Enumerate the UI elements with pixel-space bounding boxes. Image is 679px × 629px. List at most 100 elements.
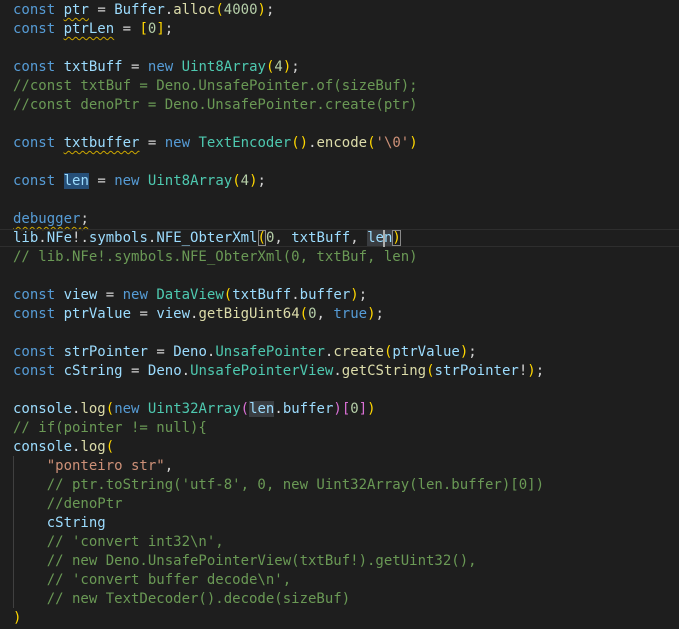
code-token: getCString	[341, 363, 427, 379]
code-token: const	[13, 21, 56, 37]
code-line[interactable]: const strPointer = Deno.UnsafePointer.cr…	[13, 343, 477, 362]
code-token: alloc	[173, 2, 216, 18]
code-token: (	[240, 401, 250, 417]
code-line[interactable]: const len = new Uint8Array(4);	[13, 172, 266, 191]
code-token: ptr	[63, 2, 89, 18]
code-line[interactable]: // new TextDecoder().decode(sizeBuf)	[13, 590, 350, 609]
code-token: txtBuff	[291, 230, 351, 246]
code-token: new	[164, 135, 191, 151]
code-token: ;	[265, 2, 275, 18]
code-line[interactable]: const view = new DataView(txtBuff.buffer…	[13, 286, 367, 305]
code-token: //denoPtr	[13, 496, 123, 512]
code-token: ;	[257, 173, 266, 189]
code-token: )	[459, 344, 469, 360]
code-line[interactable]: lib.NFe!.symbols.NFE_ObterXml(0, txtBuff…	[0, 229, 679, 248]
code-token: const	[13, 306, 56, 322]
code-token: .	[181, 363, 191, 379]
code-line[interactable]: const cString = Deno.UnsafePointerView.g…	[13, 362, 544, 381]
code-line[interactable]: //denoPtr	[13, 495, 123, 514]
code-line[interactable]: console.log(	[13, 438, 114, 457]
code-token: TextEncoder	[198, 135, 292, 151]
code-token: //const txtBuf = Deno.UnsafePointer.of(s…	[13, 78, 418, 94]
code-token: getBigUint64	[198, 306, 300, 322]
code-token: Deno	[147, 363, 182, 379]
code-token: // new Deno.UnsafePointerView(txtBuf!).g…	[13, 553, 477, 569]
code-token: ;	[468, 344, 477, 360]
code-line[interactable]: console.log(new Uint32Array(len.buffer)[…	[13, 400, 376, 419]
code-token: UnsafePointerView	[190, 363, 334, 379]
code-token: )	[333, 401, 342, 417]
code-token: ;	[164, 21, 174, 37]
code-token: txtbuffer	[63, 135, 140, 151]
code-line[interactable]: cString	[13, 514, 106, 533]
code-token: .	[164, 2, 174, 18]
code-token: !	[518, 363, 528, 379]
code-token: new	[114, 401, 140, 417]
code-line[interactable]: // 'convert int32\n',	[13, 533, 224, 552]
code-line[interactable]: // 'convert buffer decode\n',	[13, 571, 291, 590]
code-token: ;	[535, 363, 545, 379]
code-line[interactable]: )	[13, 609, 21, 628]
code-line[interactable]: const ptr = Buffer.alloc(4000);	[13, 1, 274, 20]
code-token: cString	[63, 363, 123, 379]
code-token: log	[80, 401, 106, 417]
code-token: console	[13, 401, 73, 417]
code-line[interactable]: const txtBuff = new Uint8Array(4);	[13, 58, 300, 77]
code-line[interactable]: "ponteiro str",	[13, 457, 173, 476]
code-token: buffer	[282, 401, 334, 417]
code-editor[interactable]: const ptr = Buffer.alloc(4000); const ptr…	[0, 0, 679, 629]
code-token: =	[131, 306, 157, 322]
code-token: (	[105, 401, 115, 417]
code-token: len	[249, 401, 275, 417]
code-token: new	[114, 173, 140, 189]
code-line[interactable]: //const txtBuf = Deno.UnsafePointer.of(s…	[13, 77, 418, 96]
code-token: =	[147, 344, 174, 360]
code-token: const	[13, 173, 56, 189]
code-token: ]	[358, 401, 368, 417]
code-token: ,	[316, 306, 334, 322]
code-line[interactable]: // new Deno.UnsafePointerView(txtBuf!).g…	[13, 552, 477, 571]
code-token: Deno	[173, 344, 207, 360]
code-token: ,	[164, 458, 174, 474]
code-line[interactable]: const txtbuffer = new TextEncoder().enco…	[13, 134, 418, 153]
code-token: )	[350, 287, 359, 303]
code-line[interactable]: // if(pointer != null){	[13, 419, 207, 438]
code-token: .	[333, 363, 342, 379]
code-line[interactable]: // ptr.toString('utf-8', 0, new Uint32Ar…	[13, 476, 544, 495]
code-token: //const denoPtr = Deno.UnsafePointer.cre…	[13, 97, 418, 113]
code-token: 0	[308, 306, 317, 322]
code-token: strPointer	[434, 363, 519, 379]
code-token: !.	[72, 230, 89, 246]
code-token: =	[122, 363, 148, 379]
code-line[interactable]: debugger;	[13, 210, 89, 229]
code-token: // 'convert buffer decode\n',	[13, 572, 292, 588]
code-token: ,	[350, 230, 368, 246]
code-token: '\0'	[375, 135, 410, 151]
code-token: log	[80, 439, 106, 455]
code-token: (	[299, 306, 309, 322]
code-token: true	[333, 306, 368, 322]
code-token: Uint32Array	[147, 401, 241, 417]
code-line[interactable]: const ptrLen = [0];	[13, 20, 173, 39]
code-token: ;	[358, 287, 368, 303]
code-token: DataView	[156, 287, 224, 303]
text-cursor	[383, 230, 385, 247]
code-token: len	[63, 173, 89, 189]
code-token: (	[105, 439, 115, 455]
code-line[interactable]: //const denoPtr = Deno.UnsafePointer.cre…	[13, 96, 418, 115]
code-line[interactable]: const ptrValue = view.getBigUint64(0, tr…	[13, 305, 384, 324]
code-token: 4	[274, 59, 283, 75]
code-token: (	[426, 363, 435, 379]
code-token: const	[13, 363, 56, 379]
code-token: const	[13, 135, 56, 151]
code-line[interactable]: // lib.NFe!.symbols.NFE_ObterXml(0, txtB…	[13, 248, 418, 267]
